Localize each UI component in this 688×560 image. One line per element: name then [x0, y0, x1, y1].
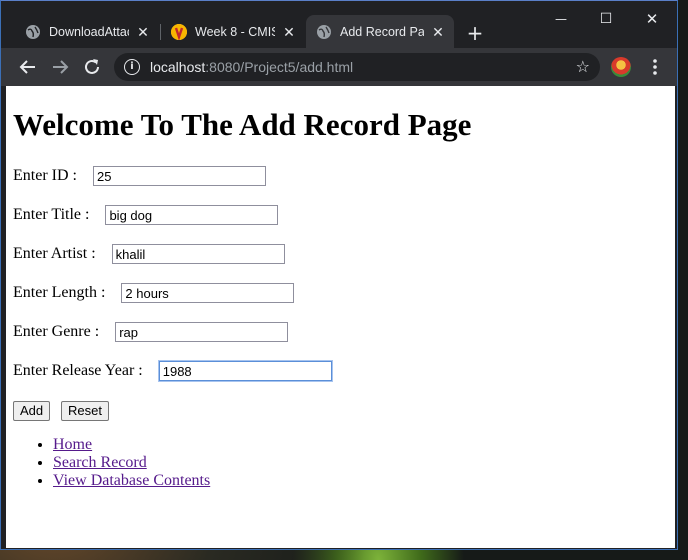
- view-database-link[interactable]: View Database Contents: [53, 472, 210, 489]
- maximize-button[interactable]: ☐: [591, 8, 621, 30]
- list-item: View Database Contents: [53, 472, 210, 490]
- page-title: Welcome To The Add Record Page: [13, 107, 472, 142]
- release-year-row: Enter Release Year :: [13, 360, 333, 382]
- minimize-button[interactable]: —: [546, 8, 576, 30]
- tab-add-record-page[interactable]: Add Record Pa ✕: [306, 15, 454, 48]
- artist-label: Enter Artist :: [13, 245, 96, 262]
- site-info-icon[interactable]: i: [124, 59, 140, 75]
- globe-icon: [316, 24, 332, 40]
- tab-week-8-cmis[interactable]: Week 8 - CMIS ✕: [161, 15, 305, 48]
- window-close-button[interactable]: ✕: [637, 8, 667, 30]
- title-input[interactable]: [105, 205, 279, 225]
- release-year-input[interactable]: [157, 360, 333, 382]
- tab-close-icon[interactable]: ✕: [135, 24, 151, 40]
- back-arrow-icon[interactable]: [17, 56, 39, 78]
- tab-close-icon[interactable]: ✕: [281, 24, 297, 40]
- menu-kebab-icon[interactable]: [644, 56, 666, 78]
- id-row: Enter ID :: [13, 165, 266, 187]
- browser-toolbar: i localhost:8080/Project5/add.html ☆: [1, 48, 677, 86]
- page-viewport: Welcome To The Add Record Page Enter ID …: [6, 86, 675, 548]
- tab-title: Add Record Pa: [340, 24, 424, 39]
- id-label: Enter ID :: [13, 167, 77, 184]
- profile-avatar-icon[interactable]: [611, 57, 631, 77]
- length-label: Enter Length :: [13, 284, 106, 301]
- artist-row: Enter Artist :: [13, 243, 285, 265]
- genre-row: Enter Genre :: [13, 321, 289, 343]
- length-row: Enter Length :: [13, 282, 295, 304]
- globe-icon: [25, 24, 41, 40]
- length-input[interactable]: [121, 283, 295, 303]
- url-path: :8080/Project5/add.html: [205, 59, 354, 75]
- reload-icon[interactable]: [81, 56, 103, 78]
- course-site-icon: [171, 23, 187, 40]
- url-host: localhost: [150, 59, 206, 75]
- forward-arrow-icon[interactable]: [49, 56, 71, 78]
- list-item: Search Record: [53, 454, 210, 472]
- address-bar[interactable]: i localhost:8080/Project5/add.html ☆: [114, 53, 600, 81]
- bookmark-star-icon[interactable]: ☆: [576, 57, 590, 76]
- tab-close-icon[interactable]: ✕: [430, 24, 446, 40]
- search-record-link[interactable]: Search Record: [53, 454, 147, 471]
- list-item: Home: [53, 436, 210, 454]
- tab-download-attachment[interactable]: DownloadAttac ✕: [15, 15, 159, 48]
- add-button[interactable]: Add: [13, 401, 51, 421]
- artist-input[interactable]: [111, 244, 285, 264]
- tab-title: Week 8 - CMIS: [195, 24, 275, 39]
- title-label: Enter Title :: [13, 206, 90, 223]
- home-link[interactable]: Home: [53, 436, 92, 453]
- release-year-label: Enter Release Year :: [13, 362, 143, 379]
- id-input[interactable]: [92, 166, 266, 186]
- genre-input[interactable]: [115, 322, 289, 342]
- nav-links: Home Search Record View Database Content…: [13, 436, 210, 490]
- tab-strip: DownloadAttac ✕ Week 8 - CMIS ✕ Add Reco…: [1, 1, 677, 48]
- tab-title: DownloadAttac: [49, 24, 129, 39]
- genre-label: Enter Genre :: [13, 323, 100, 340]
- reset-button[interactable]: Reset: [61, 401, 109, 421]
- title-row: Enter Title :: [13, 204, 279, 226]
- new-tab-button[interactable]: +: [464, 22, 486, 44]
